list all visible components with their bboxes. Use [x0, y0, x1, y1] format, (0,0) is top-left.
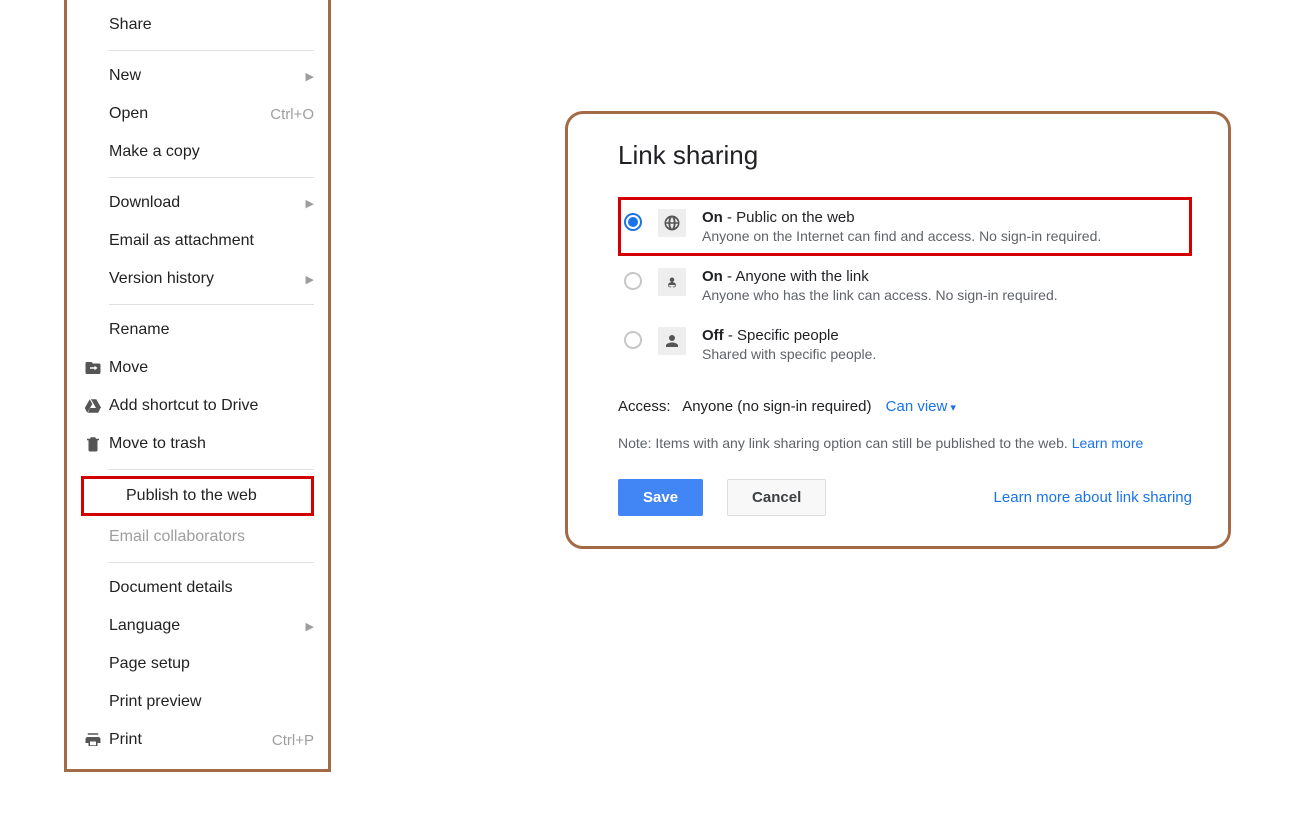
menu-separator [109, 50, 314, 51]
cancel-button[interactable]: Cancel [727, 479, 826, 516]
menu-item-doc-details[interactable]: Document details [67, 569, 328, 607]
menu-label: Print preview [109, 693, 314, 711]
menu-label: Move [109, 359, 314, 377]
menu-item-download[interactable]: Download ▶ [67, 184, 328, 222]
menu-separator [109, 304, 314, 305]
menu-label: Move to trash [109, 435, 314, 453]
menu-item-share[interactable]: Share [67, 6, 328, 44]
menu-shortcut: Ctrl+O [270, 106, 314, 123]
menu-label: Make a copy [109, 143, 314, 161]
menu-label: Email as attachment [109, 232, 314, 250]
drive-icon [81, 397, 105, 415]
menu-separator [109, 177, 314, 178]
learn-more-link[interactable]: Learn more about link sharing [994, 489, 1192, 506]
menu-item-open[interactable]: Open Ctrl+O [67, 95, 328, 133]
menu-label: Share [109, 16, 314, 34]
menu-label: Page setup [109, 655, 314, 673]
menu-item-move[interactable]: Move [67, 349, 328, 387]
menu-separator [109, 469, 314, 470]
move-icon [81, 359, 105, 377]
link-person-icon [658, 268, 686, 296]
highlight-publish: Publish to the web [81, 476, 314, 516]
person-icon [658, 327, 686, 355]
globe-icon [658, 209, 686, 237]
menu-item-print-preview[interactable]: Print preview [67, 683, 328, 721]
option-anyone-link[interactable]: On - Anyone with the link Anyone who has… [618, 256, 1192, 315]
access-permission-dropdown[interactable]: Can view [886, 398, 956, 415]
menu-item-new[interactable]: New ▶ [67, 57, 328, 95]
menu-label: Publish to the web [126, 487, 297, 505]
note-learn-more-link[interactable]: Learn more [1072, 435, 1144, 451]
radio-anyone-link[interactable] [624, 272, 642, 290]
menu-label: Add shortcut to Drive [109, 397, 314, 415]
menu-label: Version history [109, 270, 306, 288]
save-button[interactable]: Save [618, 479, 703, 516]
option-text: On - Anyone with the link Anyone who has… [702, 268, 1058, 303]
print-icon [81, 731, 105, 749]
menu-label: Language [109, 617, 306, 635]
menu-item-rename[interactable]: Rename [67, 311, 328, 349]
menu-item-trash[interactable]: Move to trash [67, 425, 328, 463]
option-off[interactable]: Off - Specific people Shared with specif… [618, 315, 1192, 374]
dialog-title: Link sharing [618, 140, 1192, 171]
access-row: Access: Anyone (no sign-in required) Can… [618, 398, 1192, 415]
menu-label: Document details [109, 579, 314, 597]
chevron-right-icon: ▶ [306, 620, 314, 633]
menu-item-version-history[interactable]: Version history ▶ [67, 260, 328, 298]
menu-item-print[interactable]: Print Ctrl+P [67, 721, 328, 759]
menu-item-page-setup[interactable]: Page setup [67, 645, 328, 683]
note-text: Note: Items with any link sharing option… [618, 435, 1192, 451]
file-menu: Share New ▶ Open Ctrl+O Make a copy Down… [64, 0, 331, 772]
menu-label: New [109, 67, 306, 85]
menu-shortcut: Ctrl+P [272, 732, 314, 749]
menu-item-email-attachment[interactable]: Email as attachment [67, 222, 328, 260]
radio-public[interactable] [624, 213, 642, 231]
menu-item-publish-web[interactable]: Publish to the web [84, 479, 311, 513]
trash-icon [81, 435, 105, 453]
option-text: Off - Specific people Shared with specif… [702, 327, 876, 362]
option-public[interactable]: On - Public on the web Anyone on the Int… [618, 197, 1192, 256]
radio-off[interactable] [624, 331, 642, 349]
chevron-right-icon: ▶ [306, 273, 314, 286]
dialog-buttons: Save Cancel Learn more about link sharin… [618, 479, 1192, 516]
chevron-right-icon: ▶ [306, 197, 314, 210]
access-value: Anyone (no sign-in required) [682, 398, 871, 415]
menu-item-make-copy[interactable]: Make a copy [67, 133, 328, 171]
menu-label: Download [109, 194, 306, 212]
menu-item-email-collab: Email collaborators [67, 518, 328, 556]
menu-item-add-shortcut[interactable]: Add shortcut to Drive [67, 387, 328, 425]
menu-item-language[interactable]: Language ▶ [67, 607, 328, 645]
chevron-right-icon: ▶ [306, 70, 314, 83]
menu-label: Open [109, 105, 270, 123]
menu-label: Print [109, 731, 272, 749]
access-label: Access: [618, 398, 671, 415]
option-text: On - Public on the web Anyone on the Int… [702, 209, 1101, 244]
menu-label: Email collaborators [109, 528, 314, 546]
link-sharing-dialog: Link sharing On - Public on the web Anyo… [565, 111, 1231, 549]
menu-label: Rename [109, 321, 314, 339]
menu-separator [109, 562, 314, 563]
